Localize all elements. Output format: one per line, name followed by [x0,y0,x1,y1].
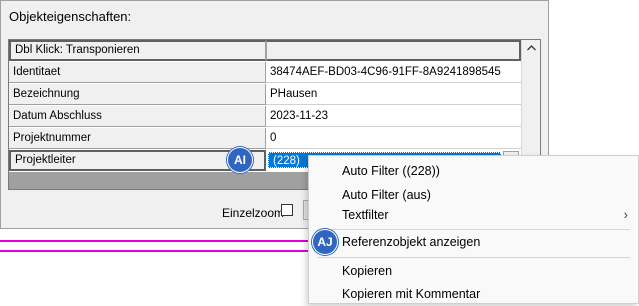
einzelzoom-control[interactable]: Einzelzoom [222,204,293,222]
menu-item-textfilter[interactable]: Textfilter › [309,203,638,227]
property-value-datum-abschluss[interactable]: 2023-11-23 [266,106,521,127]
menu-item-auto-filter-value[interactable]: Auto Filter ((228)) [309,159,638,183]
chevron-up-icon[interactable] [522,40,540,57]
menu-separator [317,257,630,258]
table-row[interactable]: Projektnummer 0 [9,128,521,150]
grid-header-value [266,40,521,61]
property-name-bezeichnung: Bezeichnung [9,84,266,105]
table-row[interactable]: Datum Abschluss 2023-11-23 [9,106,521,128]
table-row[interactable]: Bezeichnung PHausen [9,84,521,106]
menu-item-kopieren-mit-kommentar[interactable]: Kopieren mit Kommentar [309,282,638,306]
property-value-identitaet[interactable]: 38474AEF-BD03-4C96-91FF-8A9241898545 [266,62,521,83]
property-value-bezeichnung[interactable]: PHausen [266,84,521,105]
menu-item-label: Textfilter [342,208,389,222]
property-name-projektnummer: Projektnummer [9,128,266,149]
grid-header-label: Dbl Klick: Transponieren [9,40,266,61]
property-name-datum-abschluss: Datum Abschluss [9,106,266,127]
einzelzoom-checkbox[interactable] [281,204,293,216]
einzelzoom-label: Einzelzoom [222,206,285,220]
annotation-badge-aj: AJ [312,229,338,255]
table-row[interactable]: Identitaet 38474AEF-BD03-4C96-91FF-8A924… [9,62,521,84]
menu-item-label: Kopieren [342,264,393,278]
chevron-right-icon: › [623,207,628,222]
property-name-identitaet: Identitaet [9,62,266,83]
menu-item-label: Auto Filter ((228)) [342,164,440,178]
menu-item-referenzobjekt[interactable]: Referenzobjekt anzeigen [309,230,638,254]
property-value-projektnummer[interactable]: 0 [266,128,521,149]
context-menu: Auto Filter ((228)) Auto Filter (aus) Te… [308,155,639,304]
grid-header-row[interactable]: Dbl Klick: Transponieren [9,40,521,62]
menu-item-kopieren[interactable]: Kopieren [309,259,638,283]
menu-item-label: Referenzobjekt anzeigen [342,235,481,249]
annotation-badge-ai: AI [227,147,253,173]
panel-title: Objekteigenschaften: [9,9,132,24]
menu-item-label: Kopieren mit Kommentar [342,287,481,301]
